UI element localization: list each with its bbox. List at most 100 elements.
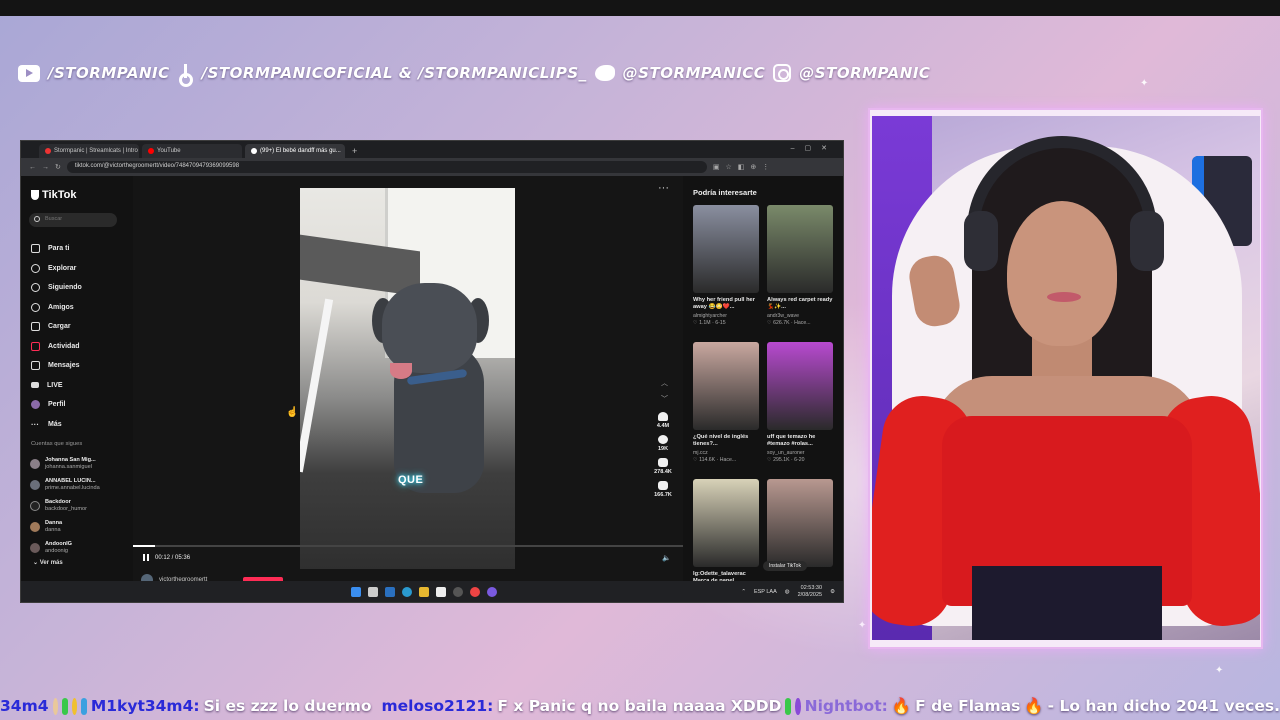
tiktok-logo[interactable]: TikTok [31, 189, 76, 201]
home-icon [31, 244, 40, 254]
browser-tab-active[interactable]: (99+) El bebé dandff más gu... [245, 144, 345, 158]
twitter-handle: @STORMPANICC [622, 64, 766, 82]
sidebar-item-mas[interactable]: ··· Más [31, 415, 82, 435]
tray-chevron-icon[interactable]: ⌃ [741, 589, 746, 595]
video-frame[interactable]: QUE [300, 188, 515, 569]
tiktok-logo-icon [31, 190, 39, 200]
recommendations-grid: Why her friend pull her away 😂😳❤️... almi… [693, 205, 833, 602]
volume-icon[interactable]: 🔈 [662, 554, 671, 562]
recommendation-thumbnail[interactable] [767, 205, 833, 293]
network-icon[interactable]: ◍ [785, 589, 790, 595]
recommendation-card[interactable]: Why her friend pull her away 😂😳❤️... almi… [693, 205, 759, 342]
browser-tabbar: Stormpanic | Streamlcats | Intro YouTube… [21, 141, 843, 158]
video-progress-fill [133, 545, 155, 547]
chat-message: F de Flamas [915, 697, 1021, 715]
notifications-icon[interactable]: ⚙ [830, 589, 835, 595]
recommendation-thumbnail[interactable] [693, 479, 759, 567]
following-title: Cuentas que sigues [31, 441, 83, 447]
sidebar-item-para-ti[interactable]: Para ti [31, 239, 82, 259]
back-icon[interactable]: ← [29, 164, 36, 171]
save-button[interactable]: 278.4K [651, 458, 675, 475]
pause-icon[interactable] [143, 554, 149, 561]
upload-icon [31, 322, 40, 332]
mouse-cursor: ☝ [286, 407, 299, 418]
folder-icon[interactable] [419, 587, 429, 597]
browser-tab[interactable]: Stormpanic | Streamlcats | Intro [39, 144, 139, 158]
share-icon [658, 481, 668, 490]
more-icon: ··· [31, 419, 39, 429]
sidebar-item-cargar[interactable]: Cargar [31, 317, 82, 337]
following-item[interactable]: ANNABEL LUCIN... prime.annabel.lucinda [30, 474, 100, 495]
windows-start-icon[interactable] [351, 587, 361, 597]
clock[interactable]: 02:53:30 2/08/2025 [798, 585, 822, 598]
message-icon [31, 361, 40, 371]
profile-avatar-icon [31, 400, 40, 410]
bot-badge-icon [795, 697, 801, 715]
avatar [30, 458, 40, 469]
browser-tab[interactable]: YouTube [142, 144, 242, 158]
video-progress-bar[interactable] [133, 545, 683, 547]
extension-icons[interactable]: ▣☆◧⊕⋮ [713, 163, 775, 171]
following-item[interactable]: Danna danna [30, 516, 100, 537]
language-indicator[interactable]: ESP LAA [754, 589, 777, 595]
emote-icon [71, 697, 78, 715]
search-input[interactable]: Buscar [29, 213, 117, 227]
activity-icon [31, 341, 40, 351]
more-options-icon[interactable]: ··· [658, 182, 669, 194]
recommendation-thumbnail[interactable] [767, 342, 833, 430]
comment-icon [658, 435, 668, 444]
address-bar: ← → ↻ tiktok.com/@victorthegroomertt/vid… [21, 158, 843, 176]
ver-mas-link[interactable]: ⌄ Ver más [33, 559, 63, 566]
following-item[interactable]: Johanna San Mig... johanna.sanmiguel [30, 453, 100, 474]
sidebar-item-live[interactable]: LIVE [31, 376, 82, 396]
share-button[interactable]: 166.7K [651, 481, 675, 498]
app-icon[interactable] [436, 587, 446, 597]
recommendations-panel: Podría interesarte Why her friend pull h… [683, 176, 843, 584]
url-field[interactable]: tiktok.com/@victorthegroomertt/video/748… [66, 161, 707, 173]
recommendation-thumbnail[interactable] [693, 205, 759, 293]
reload-icon[interactable]: ↻ [55, 163, 61, 171]
sidebar-item-perfil[interactable]: Perfil [31, 395, 82, 415]
install-tiktok-button[interactable]: Instalar TikTok [763, 561, 807, 571]
dog [372, 283, 492, 503]
chrome-icon[interactable] [470, 587, 480, 597]
sidebar-item-mensajes[interactable]: Mensajes [31, 356, 82, 376]
chat-ticker: 34m4 M1kyt34m4: Si es zzz lo duermo melo… [0, 692, 1280, 720]
avatar [30, 479, 40, 490]
sidebar-item-siguiendo[interactable]: Siguiendo [31, 278, 82, 298]
comment-button[interactable]: 19K [651, 435, 675, 452]
sidebar-item-actividad[interactable]: Actividad [31, 337, 82, 357]
store-icon[interactable] [368, 587, 378, 597]
sidebar-item-explorar[interactable]: Explorar [31, 259, 82, 279]
window-controls[interactable]: –▢✕ [791, 144, 837, 152]
like-button[interactable]: 4.4M [651, 412, 675, 429]
webcam-feed [872, 116, 1260, 640]
steam-icon[interactable] [385, 587, 395, 597]
sidebar-item-amigos[interactable]: Amigos [31, 298, 82, 318]
edge-icon[interactable] [402, 587, 412, 597]
following-item[interactable]: Backdoor backdoor_humor [30, 495, 100, 516]
recommendation-card[interactable]: Always red carpet ready💃✨... andr3w_wave ♡… [767, 205, 833, 342]
chat-user: meloso2121: [381, 697, 494, 715]
bookmark-icon [658, 458, 668, 467]
chat-user: M1kyt34m4: [90, 697, 200, 715]
sparkle-icon: ✦ [1140, 78, 1149, 89]
sparkle-icon: ✦ [1215, 665, 1224, 676]
forward-icon[interactable]: → [42, 164, 49, 171]
following-list: Johanna San Mig... johanna.sanmiguel ANNA… [30, 453, 100, 558]
recommendation-card[interactable]: ¿Qué nivel de inglés tienes?... mj.ccz ♡ 1… [693, 342, 759, 479]
youtube-icon [18, 64, 40, 82]
recommendation-thumbnail[interactable] [767, 479, 833, 567]
video-actions: 4.4M 19K 278.4K 166.7K [651, 412, 675, 504]
sparkle-icon: ✦ [858, 620, 867, 631]
recommendation-title: Why her friend pull her away 😂😳❤️... [693, 297, 755, 310]
recommendation-user: mj.ccz [693, 450, 708, 456]
discord-icon[interactable] [487, 587, 497, 597]
scroll-arrows[interactable]: ︿ ﹀ [661, 376, 668, 408]
recommendation-thumbnail[interactable] [693, 342, 759, 430]
following-item[interactable]: AndoonIG andoonig [30, 537, 100, 558]
recommendation-card[interactable]: uff que temazo he #temazo #rolas... soy_u… [767, 342, 833, 479]
obs-icon[interactable] [453, 587, 463, 597]
new-tab-icon[interactable]: + [352, 146, 357, 156]
recommendation-title: Always red carpet ready💃✨... [767, 297, 833, 310]
